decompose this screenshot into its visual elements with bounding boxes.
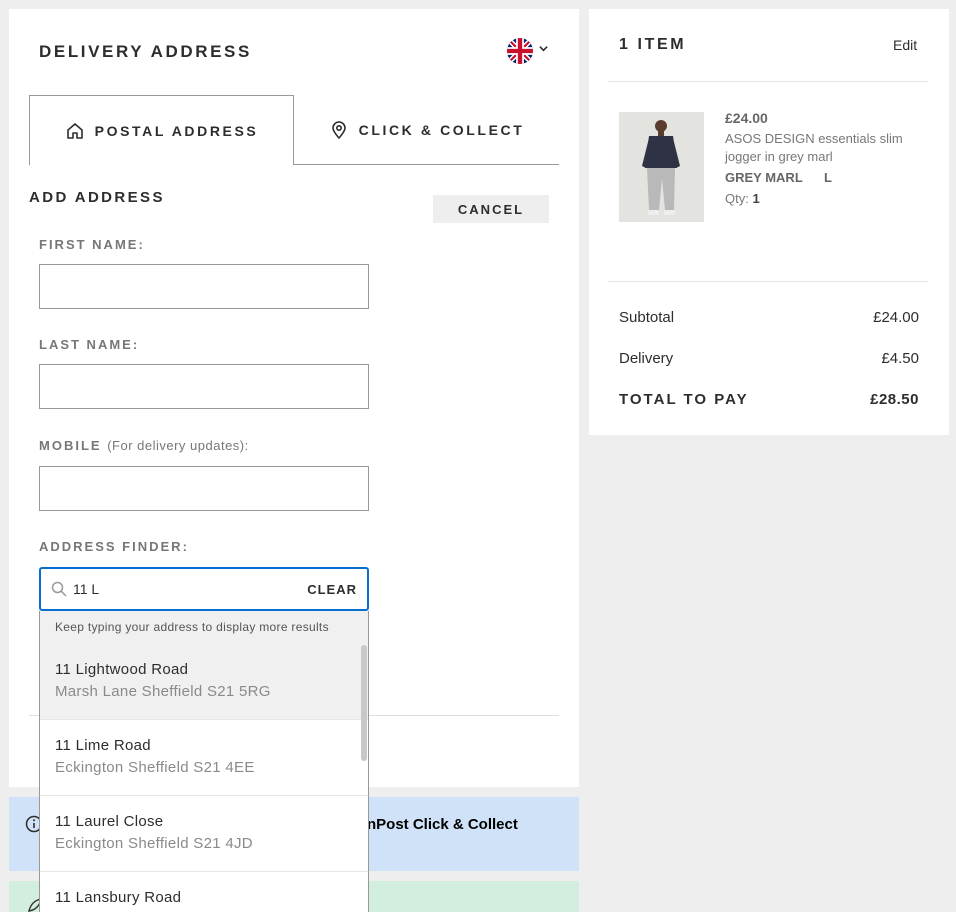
- address-suggestions-dropdown: Keep typing your address to display more…: [39, 611, 369, 912]
- clear-button[interactable]: CLEAR: [307, 582, 357, 597]
- mobile-label-text: MOBILE: [39, 438, 102, 453]
- suggestion-item[interactable]: 11 Laurel Close Eckington Sheffield S21 …: [40, 796, 368, 872]
- product-image[interactable]: [619, 112, 704, 222]
- delivery-value: £4.50: [881, 350, 919, 367]
- home-icon: [66, 122, 83, 139]
- edit-link[interactable]: Edit: [893, 37, 917, 53]
- delivery-row: Delivery £4.50: [619, 350, 919, 367]
- last-name-field[interactable]: [39, 364, 369, 409]
- suggestion-line1: 11 Lime Road: [55, 737, 151, 754]
- qty-label: Qty:: [725, 191, 749, 206]
- product-qty: Qty: 1: [725, 191, 760, 206]
- subtotal-label: Subtotal: [619, 309, 675, 326]
- qty-value: 1: [752, 191, 760, 206]
- subtotal-row: Subtotal £24.00: [619, 309, 919, 326]
- suggestion-line2: Eckington Sheffield S21 4EE: [55, 759, 255, 776]
- location-pin-icon: [331, 121, 346, 140]
- last-name-label: LAST NAME:: [39, 337, 140, 352]
- suggestion-line2: Eckington Sheffield S21 4JD: [55, 835, 253, 852]
- address-finder-input[interactable]: 11 L CLEAR: [39, 567, 369, 611]
- divider: [608, 81, 928, 82]
- suggestion-item[interactable]: 11 Lime Road Eckington Sheffield S21 4EE: [40, 720, 368, 796]
- address-tabs: POSTAL ADDRESS CLICK & COLLECT: [29, 95, 559, 165]
- tab-label: CLICK & COLLECT: [358, 122, 525, 138]
- bag-summary-panel: 1 ITEM Edit £24.00 ASOS DESIGN essential…: [589, 9, 949, 435]
- info-banner-text: nPost Click & Collect: [367, 816, 518, 833]
- suggestion-item[interactable]: 11 Lightwood Road Marsh Lane Sheffield S…: [40, 644, 368, 720]
- dropdown-scrollbar[interactable]: [361, 645, 367, 761]
- mobile-hint: (For delivery updates):: [107, 438, 249, 453]
- address-finder-label: ADDRESS FINDER:: [39, 539, 189, 554]
- item-count-title: 1 ITEM: [619, 36, 687, 53]
- delivery-label: Delivery: [619, 350, 674, 367]
- subtotal-value: £24.00: [873, 309, 919, 326]
- add-address-heading: ADD ADDRESS: [29, 189, 165, 206]
- tab-click-and-collect[interactable]: CLICK & COLLECT: [294, 95, 559, 165]
- total-value: £28.50: [870, 391, 919, 408]
- search-icon: [51, 581, 67, 597]
- uk-flag-icon[interactable]: [507, 38, 533, 64]
- tab-label: POSTAL ADDRESS: [94, 122, 259, 139]
- product-price: £24.00: [725, 110, 768, 126]
- suggestion-line2: Marsh Lane Sheffield S21 5RG: [55, 683, 271, 700]
- suggestion-item[interactable]: 11 Lansbury Road: [40, 872, 368, 912]
- dropdown-hint: Keep typing your address to display more…: [40, 611, 368, 644]
- address-finder-value[interactable]: 11 L: [73, 581, 99, 597]
- tab-postal-address[interactable]: POSTAL ADDRESS: [29, 95, 294, 165]
- mobile-label: MOBILE (For delivery updates):: [39, 438, 249, 453]
- suggestion-line1: 11 Lightwood Road: [55, 661, 189, 678]
- mobile-field[interactable]: [39, 466, 369, 511]
- product-size: L: [824, 170, 832, 185]
- first-name-field[interactable]: [39, 264, 369, 309]
- total-row: TOTAL TO PAY £28.50: [619, 391, 919, 408]
- cancel-button[interactable]: CANCEL: [433, 195, 549, 223]
- divider: [608, 281, 928, 282]
- product-name[interactable]: ASOS DESIGN essentials slim jogger in gr…: [725, 130, 915, 166]
- page-title: DELIVERY ADDRESS: [39, 42, 252, 61]
- first-name-label: FIRST NAME:: [39, 237, 145, 252]
- chevron-down-icon[interactable]: [539, 44, 548, 56]
- suggestion-line1: 11 Lansbury Road: [55, 889, 182, 906]
- product-colour: GREY MARL: [725, 170, 803, 185]
- total-label: TOTAL TO PAY: [619, 391, 749, 408]
- suggestion-line1: 11 Laurel Close: [55, 813, 164, 830]
